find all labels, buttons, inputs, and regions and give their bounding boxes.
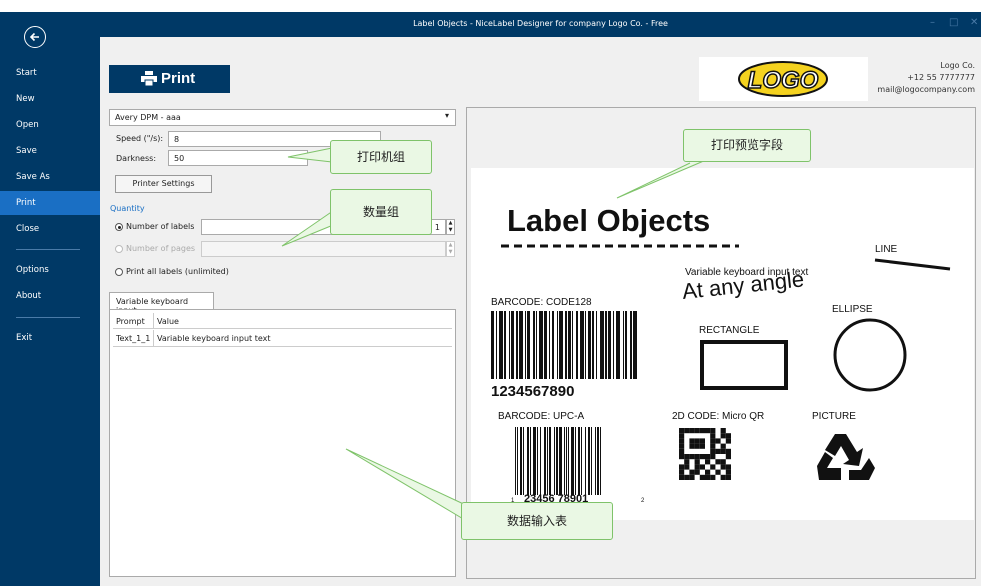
ellipse-label: ELLIPSE [832,304,873,315]
recycle-icon [817,434,875,480]
number-of-pages-field[interactable] [201,241,446,257]
upca-bars [515,427,601,495]
chevron-down-icon: ▾ [444,111,449,120]
number-of-labels-radio[interactable] [115,223,123,231]
ellipse-shape [833,318,907,392]
barcode128-label: BARCODE: CODE128 [491,297,592,308]
data-entry-table: Prompt Value Text_1_1 Variable keyboard … [109,309,456,577]
speed-value: 8 [174,135,180,144]
printer-selected: Avery DPM - aaa [115,113,181,122]
column-header-value[interactable]: Value [154,313,452,328]
back-button[interactable] [24,26,46,48]
minimize-icon[interactable]: – [930,17,935,28]
barcode128-digits: 1234567890 [491,383,574,400]
sidebar-item-save-as[interactable]: Save As [0,165,100,189]
upca-label: BARCODE: UPC-A [498,411,584,422]
darkness-value: 50 [174,154,185,163]
sidebar-divider [16,249,80,250]
darkness-label: Darkness: [116,154,157,163]
qr-label: 2D CODE: Micro QR [672,411,764,422]
number-of-pages-label: Number of pages [126,244,196,253]
sidebar-item-about[interactable]: About [0,284,100,308]
tab-variable-keyboard-input[interactable]: Variable keyboard input [109,292,214,315]
rectangle-label: RECTANGLE [699,325,760,336]
callout-preview-field: 打印预览字段 [683,129,811,162]
cell-prompt: Text_1_1 [113,330,154,346]
sidebar-item-start[interactable]: Start [0,61,100,85]
sidebar-item-open[interactable]: Open [0,113,100,137]
number-of-pages-radio[interactable] [115,245,123,253]
sidebar: Start New Open Save Save As Print Close … [0,12,100,586]
quantity-title: Quantity [110,204,145,213]
sidebar-item-print[interactable]: Print [0,191,100,215]
print-button[interactable]: Print [109,65,230,93]
sidebar-item-close[interactable]: Close [0,217,100,241]
print-button-label: Print [161,70,196,87]
print-all-radio[interactable] [115,268,123,276]
table-row[interactable]: Text_1_1 Variable keyboard input text [113,330,452,347]
label-title: Label Objects [507,203,710,238]
window-title: Label Objects - NiceLabel Designer for c… [413,19,668,28]
back-arrow-icon [29,32,39,42]
callout-quantity-group: 数量组 [330,189,432,235]
app-window: Start New Open Save Save As Print Close … [0,0,981,586]
rectangle-shape [700,340,788,390]
micro-qr-code [679,428,731,480]
picture-label: PICTURE [812,411,856,422]
close-icon[interactable]: ✕ [970,17,978,28]
table-header: Prompt Value [113,313,452,329]
line-shape [874,258,951,271]
company-email: mail@logocompany.com [877,85,975,94]
logo-text: LOGO [748,67,819,94]
label-canvas: Label Objects LINE Variable keyboard inp… [491,203,951,505]
callout-data-table: 数据输入表 [461,502,613,540]
company-info: Logo Co. +12 55 7777777 mail@logocompany… [877,60,975,96]
number-of-labels-spinner[interactable]: ▲ ▼ [446,219,455,235]
cell-value[interactable]: Variable keyboard input text [154,330,452,346]
company-name: Logo Co. [940,61,975,70]
darkness-field[interactable]: 50 [168,150,308,166]
company-phone: +12 55 7777777 [907,73,975,82]
printer-dropdown[interactable]: Avery DPM - aaa ▾ [109,109,456,126]
number-of-labels-label: Number of labels [126,222,195,231]
logo-image: LOGO [738,61,828,97]
number-of-pages-spinner[interactable]: ▲ ▼ [446,241,455,257]
label-preview: Label Objects LINE Variable keyboard inp… [471,168,974,520]
sidebar-item-new[interactable]: New [0,87,100,111]
column-header-prompt[interactable]: Prompt [113,313,154,328]
label-line-text: LINE [875,244,898,255]
barcode128-bars [491,311,637,379]
sidebar-item-options[interactable]: Options [0,258,100,282]
printer-settings-button[interactable]: Printer Settings [115,175,212,193]
sidebar-item-save[interactable]: Save [0,139,100,163]
upca-right-digit: 2 [641,498,645,504]
maximize-icon[interactable]: □ [949,17,958,28]
company-logo: LOGO [699,57,868,101]
callout-printer-group: 打印机组 [330,140,432,174]
title-bar: Label Objects - NiceLabel Designer for c… [100,12,981,37]
sidebar-item-exit[interactable]: Exit [0,326,100,350]
number-of-labels-value: 1 [434,223,440,232]
print-all-label: Print all labels (unlimited) [126,267,229,276]
printer-icon [141,71,157,86]
sidebar-divider [16,317,80,318]
speed-label: Speed ("/s): [116,134,164,143]
